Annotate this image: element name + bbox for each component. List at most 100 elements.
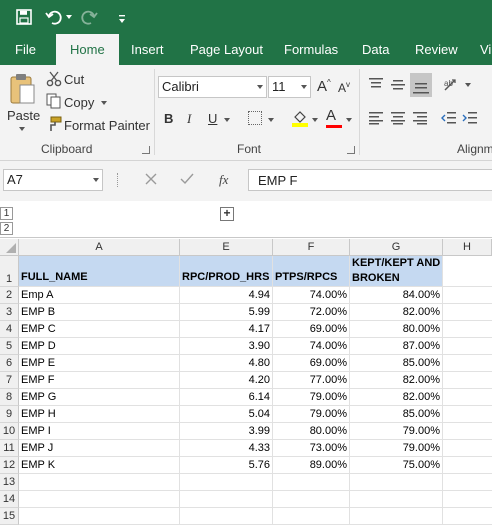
worksheet-grid[interactable]: 1 2 + A E F G H 1 FULL_NAME RPC/PROD_HRS…	[0, 201, 492, 525]
empty-cell[interactable]	[443, 304, 492, 321]
name-cell[interactable]: EMP H	[19, 406, 180, 423]
kept-cell[interactable]: 85.00%	[350, 355, 443, 372]
ptps-cell[interactable]: 79.00%	[273, 406, 350, 423]
align-left-icon[interactable]	[368, 111, 384, 125]
name-cell[interactable]: EMP G	[19, 389, 180, 406]
row-header-5[interactable]: 5	[0, 338, 19, 355]
enter-icon[interactable]	[180, 172, 194, 186]
name-cell[interactable]: Emp A	[19, 287, 180, 304]
fill-color-dropdown-icon[interactable]	[312, 118, 318, 122]
format-painter-button[interactable]: Format Painter	[64, 118, 150, 133]
rpc-cell[interactable]: 4.17	[180, 321, 273, 338]
column-header-g[interactable]: G	[350, 239, 443, 256]
rpc-cell[interactable]: 4.20	[180, 372, 273, 389]
row-header-4[interactable]: 4	[0, 321, 19, 338]
kept-cell[interactable]: 79.00%	[350, 423, 443, 440]
align-right-icon[interactable]	[412, 111, 428, 125]
row-header-14[interactable]: 14	[0, 491, 19, 508]
column-header-a[interactable]: A	[19, 239, 180, 256]
row-header-9[interactable]: 9	[0, 406, 19, 423]
kept-cell[interactable]: 82.00%	[350, 389, 443, 406]
ptps-cell[interactable]: 69.00%	[273, 321, 350, 338]
column-header-e[interactable]: E	[180, 239, 273, 256]
shrink-font-button[interactable]: Av	[338, 80, 350, 95]
rpc-cell[interactable]	[180, 491, 273, 508]
paste-dropdown-icon[interactable]	[19, 127, 25, 131]
paste-button[interactable]: Paste	[4, 71, 40, 135]
name-cell[interactable]: EMP B	[19, 304, 180, 321]
undo-icon[interactable]	[45, 8, 63, 26]
save-icon[interactable]	[16, 9, 32, 25]
header-cell-kept-broken[interactable]: KEPT/KEPT AND BROKEN	[350, 256, 443, 287]
rpc-cell[interactable]: 4.94	[180, 287, 273, 304]
tab-formulas[interactable]: Formulas	[284, 34, 338, 65]
ptps-cell[interactable]: 69.00%	[273, 355, 350, 372]
name-cell[interactable]: EMP K	[19, 457, 180, 474]
tab-data[interactable]: Data	[362, 34, 389, 65]
kept-cell[interactable]	[350, 491, 443, 508]
header-cell-ptps-rpcs[interactable]: PTPS/RPCS	[273, 256, 350, 287]
kept-cell[interactable]	[350, 474, 443, 491]
row-header-6[interactable]: 6	[0, 355, 19, 372]
select-all-button[interactable]	[0, 239, 19, 256]
rpc-cell[interactable]	[180, 474, 273, 491]
tab-page-layout[interactable]: Page Layout	[190, 34, 263, 65]
dialog-launcher-icon[interactable]	[142, 146, 150, 154]
ptps-cell[interactable]	[273, 474, 350, 491]
name-cell[interactable]: EMP C	[19, 321, 180, 338]
empty-cell[interactable]	[443, 457, 492, 474]
ptps-cell[interactable]: 72.00%	[273, 304, 350, 321]
ptps-cell[interactable]: 89.00%	[273, 457, 350, 474]
orientation-icon[interactable]: ab	[443, 77, 461, 93]
ptps-cell[interactable]: 77.00%	[273, 372, 350, 389]
row-header-10[interactable]: 10	[0, 423, 19, 440]
expand-group-button[interactable]: +	[220, 207, 234, 221]
row-header-7[interactable]: 7	[0, 372, 19, 389]
row-header-13[interactable]: 13	[0, 474, 19, 491]
dialog-launcher-icon[interactable]	[347, 146, 355, 154]
name-cell[interactable]: EMP F	[19, 372, 180, 389]
column-header-h[interactable]: H	[443, 239, 492, 256]
row-header-8[interactable]: 8	[0, 389, 19, 406]
grow-font-button[interactable]: A^	[317, 78, 331, 95]
font-family-dropdown[interactable]: Calibri	[158, 76, 267, 98]
ptps-cell[interactable]: 74.00%	[273, 338, 350, 355]
orientation-dropdown-icon[interactable]	[465, 83, 471, 87]
font-color-button[interactable]: A	[326, 107, 342, 129]
ptps-cell[interactable]	[273, 491, 350, 508]
underline-dropdown-icon[interactable]	[224, 118, 230, 122]
customize-qat-icon[interactable]	[118, 11, 126, 23]
empty-cell[interactable]	[443, 321, 492, 338]
font-size-dropdown[interactable]: 11	[268, 76, 311, 98]
ptps-cell[interactable]: 79.00%	[273, 389, 350, 406]
kept-cell[interactable]: 85.00%	[350, 406, 443, 423]
rpc-cell[interactable]: 5.76	[180, 457, 273, 474]
align-bottom-icon[interactable]	[410, 73, 432, 97]
kept-cell[interactable]: 82.00%	[350, 372, 443, 389]
row-header-2[interactable]: 2	[0, 287, 19, 304]
decrease-indent-icon[interactable]	[441, 111, 457, 125]
name-cell[interactable]	[19, 491, 180, 508]
empty-cell[interactable]	[443, 287, 492, 304]
kept-cell[interactable]: 80.00%	[350, 321, 443, 338]
copy-button[interactable]: Copy	[64, 95, 94, 110]
borders-icon[interactable]	[248, 111, 262, 125]
name-box[interactable]: A7	[3, 169, 103, 191]
align-top-icon[interactable]	[368, 77, 384, 91]
row-header-11[interactable]: 11	[0, 440, 19, 457]
copy-dropdown-icon[interactable]	[101, 101, 107, 105]
header-cell-rpc-prod-hrs[interactable]: RPC/PROD_HRS	[180, 256, 273, 287]
cut-button[interactable]: Cut	[64, 72, 84, 87]
borders-dropdown-icon[interactable]	[268, 118, 274, 122]
row-header-1[interactable]: 1	[0, 256, 19, 287]
empty-cell[interactable]	[443, 423, 492, 440]
formula-input[interactable]: EMP F	[248, 169, 492, 191]
name-cell[interactable]: EMP D	[19, 338, 180, 355]
italic-button[interactable]: I	[187, 111, 191, 127]
empty-cell[interactable]	[443, 440, 492, 457]
increase-indent-icon[interactable]	[462, 111, 478, 125]
tab-review[interactable]: Review	[415, 34, 458, 65]
insert-function-button[interactable]: fx	[219, 172, 228, 188]
row-header-12[interactable]: 12	[0, 457, 19, 474]
name-cell[interactable]: EMP E	[19, 355, 180, 372]
